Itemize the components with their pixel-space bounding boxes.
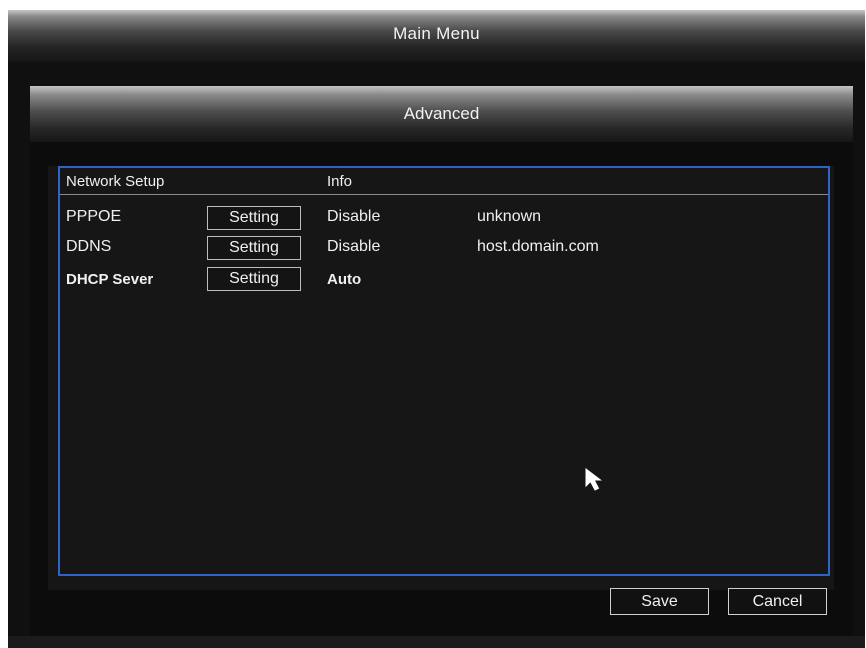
table-header: Network Setup Info [60,168,828,195]
advanced-title: Advanced [30,86,853,142]
pppoe-row: PPPOE Setting Disable unknown [60,204,828,232]
main-menu-title: Main Menu [8,10,865,62]
network-setup-frame: Network Setup Info PPPOE Setting Disable… [58,166,830,576]
dhcp-server-setting-button[interactable]: Setting [207,267,301,291]
dhcp-server-label: DHCP Sever [66,271,154,288]
info-header: Info [327,173,353,190]
ddns-setting-button[interactable]: Setting [207,236,301,260]
dhcp-server-status: Auto [327,271,362,288]
advanced-dialog: Advanced Network Setup Info PPPOE Settin… [30,86,853,636]
save-button[interactable]: Save [610,588,709,615]
mouse-pointer-icon [585,467,602,491]
advanced-panel: Network Setup Info PPPOE Setting Disable… [48,166,834,590]
dhcp-server-row: DHCP Sever Setting Auto [60,265,828,293]
ddns-status: Disable [327,238,381,255]
ddns-label: DDNS [66,238,112,255]
ddns-info: host.domain.com [477,238,599,255]
main-menu-window: Main Menu Advanced Network Setup Info PP… [8,10,865,648]
pppoe-label: PPPOE [66,208,122,225]
cancel-button[interactable]: Cancel [728,588,827,615]
pppoe-info: unknown [477,208,542,225]
pppoe-status: Disable [327,208,381,225]
ddns-row: DDNS Setting Disable host.domain.com [60,234,828,262]
network-setup-header: Network Setup [66,173,165,190]
bottom-bar [8,636,865,648]
pppoe-setting-button[interactable]: Setting [207,206,301,230]
